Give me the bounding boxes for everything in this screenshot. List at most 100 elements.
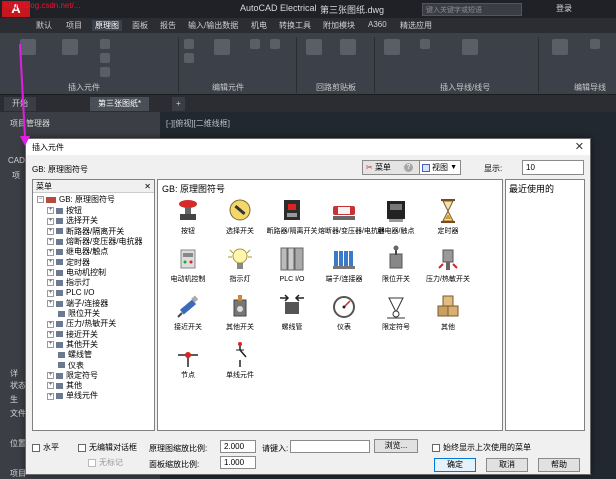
close-icon[interactable]: ✕	[575, 140, 584, 153]
tab-start[interactable]: 开始	[4, 97, 36, 111]
symbol-pushbutton[interactable]: 按钮	[162, 196, 214, 236]
no-edit-dialog-checkbox[interactable]: 无编辑对话框	[78, 442, 137, 453]
expand-icon[interactable]: +	[47, 227, 54, 235]
ribbon-tab[interactable]: 默认	[36, 20, 52, 31]
tree-root[interactable]: − GB: 原理图符号	[37, 195, 115, 205]
dialog-title-bar[interactable]: 插入元件 ✕	[26, 139, 590, 155]
circuit-clipboard-icon[interactable]	[306, 39, 322, 55]
tab-drawing[interactable]: 第三张图纸*	[90, 97, 150, 111]
expand-icon[interactable]: +	[47, 279, 54, 287]
ribbon-tab[interactable]: 转换工具	[279, 20, 311, 31]
tree-item[interactable]: + 接近开关	[47, 330, 98, 340]
symbol-motor-control[interactable]: 电动机控制	[162, 244, 214, 284]
browse-button[interactable]: 浏览...	[374, 439, 418, 453]
tool-icon[interactable]	[184, 53, 194, 63]
ribbon-tab[interactable]: 附加模块	[323, 20, 355, 31]
tool-icon[interactable]	[184, 39, 194, 49]
cancel-button[interactable]: 取消	[486, 458, 528, 472]
expand-icon[interactable]: +	[47, 300, 54, 308]
tree-item[interactable]: + 电动机控制	[47, 268, 106, 278]
symbol-terminal[interactable]: 端子/连接器	[318, 244, 370, 284]
ribbon-tab[interactable]: 面板	[132, 20, 148, 31]
tree-item[interactable]: + 单线元件	[47, 391, 98, 401]
menu-button[interactable]: ✂ 菜单	[362, 160, 426, 175]
copy-circuit-icon[interactable]	[340, 39, 356, 55]
tool-icon[interactable]	[590, 39, 600, 49]
symbol-proximity-switch[interactable]: 接近开关	[162, 292, 214, 332]
checkbox-box[interactable]	[432, 443, 440, 452]
tree-item[interactable]: + 按钮	[47, 206, 82, 216]
tool-icon[interactable]	[100, 39, 110, 49]
symbol-node[interactable]: 节点	[162, 340, 214, 380]
ribbon-tab[interactable]: A360	[368, 20, 387, 29]
symbol-single-line[interactable]: 单线元件	[214, 340, 266, 380]
expand-icon[interactable]: +	[47, 258, 54, 266]
symbol-other-switch[interactable]: 其他开关	[214, 292, 266, 332]
expand-icon[interactable]: +	[47, 217, 54, 225]
ribbon-tab[interactable]: 输入/输出数据	[188, 20, 238, 31]
tree-item[interactable]: + 指示灯	[47, 278, 90, 288]
symbol-limit-switch[interactable]: 限位开关	[370, 244, 422, 284]
symbol-pressure-switch[interactable]: 压力/热敏开关	[422, 244, 474, 284]
panel-scale-input[interactable]: 1.000	[220, 456, 256, 469]
tree-item[interactable]: + 其他	[47, 381, 82, 391]
symbol-solenoid[interactable]: 螺线管	[266, 292, 318, 332]
checkbox-box[interactable]	[32, 443, 40, 452]
symbol-gauge[interactable]: 仪表	[318, 292, 370, 332]
expand-icon[interactable]: +	[47, 341, 54, 349]
ok-button[interactable]: 确定	[434, 458, 476, 472]
expand-icon[interactable]: +	[47, 289, 54, 297]
ribbon-tab-active[interactable]: 原理图	[92, 20, 122, 31]
view-button[interactable]: 视图 ▼	[419, 160, 461, 175]
tool-icon[interactable]	[250, 39, 260, 49]
tree-item[interactable]: + 限定符号	[47, 371, 98, 381]
symbol-qualifier[interactable]: 限定符号	[370, 292, 422, 332]
tree-item[interactable]: + 断路器/隔离开关	[47, 227, 124, 237]
always-show-last-checkbox[interactable]: 始终显示上次使用的菜单	[432, 442, 531, 453]
search-input[interactable]: 键入关键字或短语	[422, 3, 522, 16]
insert-icon[interactable]	[62, 39, 78, 55]
expand-icon[interactable]: +	[47, 269, 54, 277]
edit-component-icon[interactable]	[214, 39, 230, 55]
tree-item[interactable]: + 其他开关	[47, 340, 98, 350]
expand-icon[interactable]: +	[47, 238, 54, 246]
new-tab-button[interactable]: +	[172, 97, 185, 111]
symbol-plc-io[interactable]: PLC I/O	[266, 244, 318, 284]
ribbon-tab[interactable]: 项目	[66, 20, 82, 31]
expand-icon[interactable]: +	[47, 382, 54, 390]
horizontal-checkbox[interactable]: 水平	[32, 442, 59, 453]
symbol-selector-switch[interactable]: 选择开关	[214, 196, 266, 236]
insert-component-icon[interactable]	[20, 39, 36, 55]
tree-item[interactable]: + 压力/热敏开关	[47, 319, 116, 329]
expand-icon[interactable]: +	[47, 207, 54, 215]
schematic-scale-input[interactable]: 2.000	[220, 440, 256, 453]
close-icon[interactable]: ✕	[144, 180, 151, 193]
tool-icon[interactable]	[420, 39, 430, 49]
ribbon-tab[interactable]: 机电	[251, 20, 267, 31]
tree-item[interactable]: 仪表	[47, 361, 84, 371]
viewport-label[interactable]: [-][俯视][二维线框]	[166, 118, 230, 129]
ribbon-tab[interactable]: 精选应用	[400, 20, 432, 31]
expand-icon[interactable]: +	[47, 372, 54, 380]
symbol-timer[interactable]: 定时器	[422, 196, 474, 236]
tree-item[interactable]: 限位开关	[47, 309, 100, 319]
tree-item[interactable]: + PLC I/O	[47, 288, 94, 298]
display-count-input[interactable]: 10	[522, 160, 584, 175]
tree-item[interactable]: + 定时器	[47, 258, 90, 268]
symbol-breaker[interactable]: 断路器/隔离开关	[266, 196, 318, 236]
symbol-relay[interactable]: 继电器/触点	[370, 196, 422, 236]
collapse-icon[interactable]: −	[37, 196, 44, 204]
help-button[interactable]: 帮助	[538, 458, 580, 472]
tool-icon[interactable]	[100, 67, 110, 77]
insert-wire-icon[interactable]	[384, 39, 400, 55]
symbol-pilot-light[interactable]: 指示灯	[214, 244, 266, 284]
expand-icon[interactable]: +	[47, 330, 54, 338]
symbol-fuse[interactable]: 熔断器/变压器/电抗器	[318, 196, 385, 236]
expand-icon[interactable]: +	[47, 320, 54, 328]
ribbon-tab[interactable]: 报告	[160, 20, 176, 31]
wire-number-icon[interactable]	[462, 39, 478, 55]
tree-item[interactable]: + 继电器/触点	[47, 247, 108, 257]
type-input[interactable]	[290, 440, 370, 453]
tree-item[interactable]: 螺线管	[47, 350, 92, 360]
tool-icon[interactable]	[270, 39, 280, 49]
